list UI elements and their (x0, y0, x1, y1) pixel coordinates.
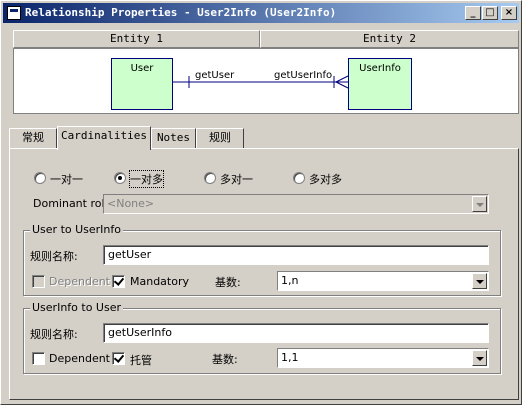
group-title: UserInfo to User (30, 301, 123, 314)
radio-many-to-many[interactable]: 多对多 (293, 170, 363, 186)
mandatory-checkbox[interactable] (112, 352, 125, 365)
relationship-diagram: User UserInfo getUser getUserInfo (13, 48, 519, 114)
radio-dot (114, 172, 126, 184)
radio-one-to-one[interactable]: 一对一 (34, 170, 104, 186)
app-icon (7, 6, 21, 20)
mandatory-label: 托管 (130, 354, 152, 367)
dependent-label: Dependent (49, 275, 110, 288)
radio-label: 一对多 (129, 170, 164, 188)
radio-label: 一对一 (50, 173, 83, 186)
dominant-role-select[interactable]: <None> (103, 194, 489, 214)
relationship-line (173, 75, 349, 89)
radio-dot (204, 172, 216, 184)
radio-label: 多对多 (309, 173, 342, 186)
cardinality-select[interactable]: 1,n (277, 271, 489, 291)
radio-dot (34, 172, 46, 184)
chevron-down-icon (472, 196, 487, 212)
dependent-label: Dependent (49, 352, 110, 365)
rule-name-input[interactable]: getUser (103, 245, 489, 265)
window-title: Relationship Properties - User2Info (Use… (25, 6, 337, 19)
radio-dot (293, 172, 305, 184)
chevron-down-icon (472, 350, 487, 366)
tab-notes[interactable]: Notes (151, 128, 196, 148)
chevron-down-icon (472, 273, 487, 289)
entity1-header: Entity 1 (13, 30, 260, 48)
cardinality-value: 1,n (281, 274, 299, 287)
minimize-button[interactable]: _ (465, 6, 481, 20)
relationship-properties-window: Relationship Properties - User2Info (Use… (0, 0, 522, 405)
close-button[interactable]: × (501, 6, 517, 20)
cardinality-value: 1,1 (281, 351, 299, 364)
radio-one-to-many[interactable]: 一对多 (114, 170, 184, 188)
radio-label: 多对一 (220, 173, 253, 186)
title-bar[interactable]: Relationship Properties - User2Info (Use… (3, 3, 519, 23)
rule-name-input[interactable]: getUserInfo (103, 323, 489, 343)
tab-cardinalities[interactable]: Cardinalities (57, 126, 151, 150)
role2-label: getUserInfo (274, 70, 333, 81)
dependent-checkbox[interactable] (32, 352, 45, 365)
cardinality-label: 基数: (212, 353, 238, 366)
mandatory-checkbox[interactable] (112, 275, 125, 288)
entity2-header: Entity 2 (260, 30, 519, 48)
cardinality-select[interactable]: 1,1 (277, 348, 489, 368)
group-title: User to UserInfo (30, 223, 123, 236)
rule-name-label: 规则名称: (30, 250, 78, 263)
mandatory-label: Mandatory (130, 275, 190, 288)
maximize-button[interactable]: □ (482, 6, 498, 20)
role1-label: getUser (195, 70, 235, 81)
radio-many-to-one[interactable]: 多对一 (204, 170, 274, 186)
tab-rules[interactable]: 规则 (196, 128, 244, 148)
tab-general[interactable]: 常规 (9, 128, 57, 148)
dependent-checkbox[interactable] (32, 275, 45, 288)
rule-name-label: 规则名称: (30, 328, 78, 341)
dominant-role-value: <None> (107, 197, 155, 210)
cardinality-label: 基数: (215, 276, 241, 289)
